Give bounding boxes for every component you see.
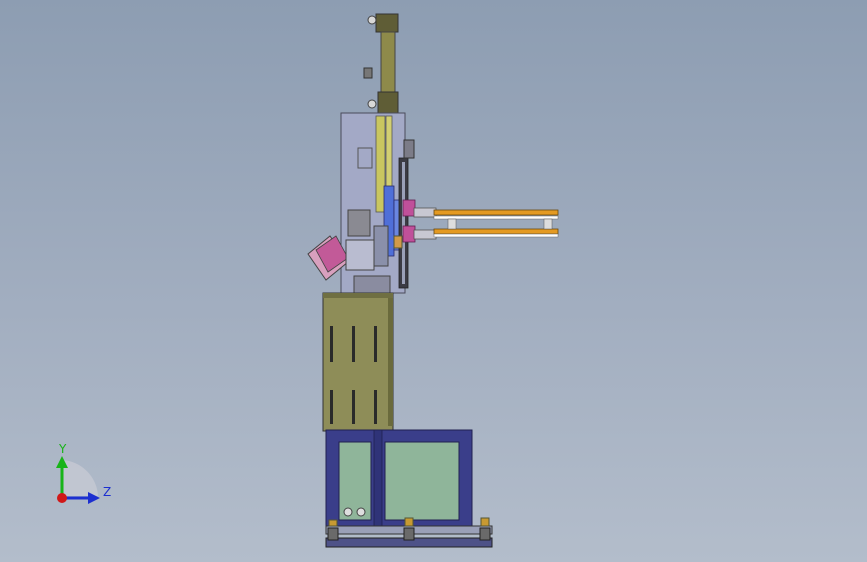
top-cylinder — [363, 13, 399, 115]
cabinet-body — [322, 292, 394, 432]
gripper-fingers — [413, 207, 559, 240]
machine-side-view — [307, 13, 559, 548]
z-axis-label: Z — [103, 485, 112, 499]
plate-base-block — [353, 275, 391, 295]
origin-dot-icon — [57, 493, 67, 503]
base-frame — [325, 429, 473, 527]
orientation-triad: Y Z — [40, 440, 130, 520]
triad-svg — [56, 456, 100, 504]
y-axis-label: Y — [59, 442, 67, 456]
cad-viewport[interactable]: Y Z — [0, 0, 867, 562]
